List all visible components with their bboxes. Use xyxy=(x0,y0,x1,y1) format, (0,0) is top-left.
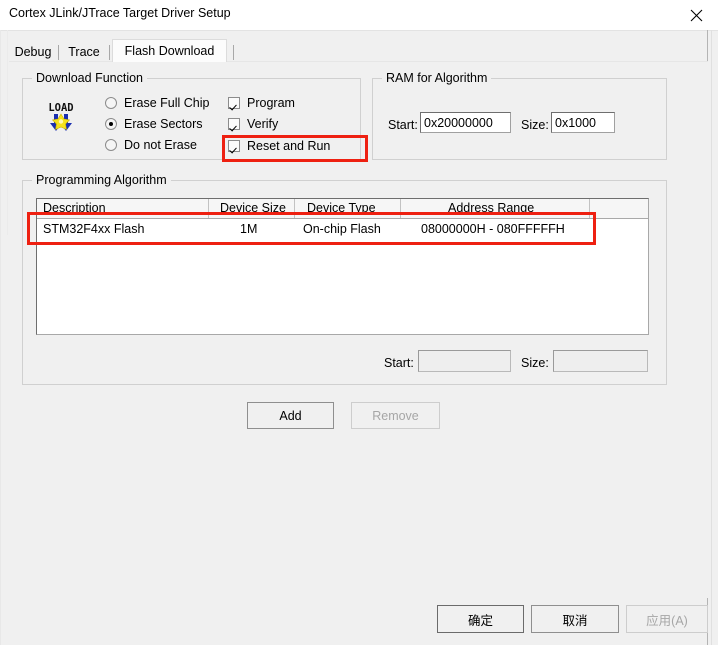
radio-indicator-selected xyxy=(105,118,117,130)
checkmark-icon xyxy=(228,118,240,130)
algorithm-start-input[interactable] xyxy=(418,350,511,372)
title-bar: Cortex JLink/JTrace Target Driver Setup xyxy=(0,0,718,30)
cell-description: STM32F4xx Flash xyxy=(43,222,145,236)
ram-for-algorithm-title: RAM for Algorithm xyxy=(382,71,492,85)
cell-address-range: 08000000H - 080FFFFFH xyxy=(421,222,565,236)
remove-button: Remove xyxy=(351,402,440,429)
column-divider[interactable] xyxy=(208,199,209,218)
ram-size-label: Size: xyxy=(521,118,549,132)
tab-divider xyxy=(58,45,59,60)
window-left-border-inner xyxy=(7,30,8,235)
table-row[interactable]: STM32F4xx Flash 1M On-chip Flash 0800000… xyxy=(37,219,648,241)
window-title: Cortex JLink/JTrace Target Driver Setup xyxy=(9,6,231,20)
close-button[interactable] xyxy=(674,0,718,30)
column-divider[interactable] xyxy=(589,199,590,218)
titlebar-divider xyxy=(0,30,718,31)
checkbox-label: Reset and Run xyxy=(247,139,331,153)
radio-do-not-erase[interactable]: Do not Erase xyxy=(105,138,197,152)
radio-erase-sectors[interactable]: Erase Sectors xyxy=(105,117,203,131)
tab-divider xyxy=(233,45,234,60)
column-header-address-range[interactable]: Address Range xyxy=(448,201,534,215)
tab-divider xyxy=(109,45,110,60)
radio-indicator xyxy=(105,139,117,151)
window-right-border-outer xyxy=(711,30,712,645)
checkbox-verify[interactable]: Verify xyxy=(228,117,278,131)
ok-button[interactable]: 确定 xyxy=(437,605,524,633)
add-button[interactable]: Add xyxy=(247,402,334,429)
programming-algorithm-title: Programming Algorithm xyxy=(32,173,171,187)
driver-setup-dialog: Cortex JLink/JTrace Target Driver Setup … xyxy=(0,0,718,645)
checkbox-label: Program xyxy=(247,96,295,110)
radio-label: Erase Full Chip xyxy=(124,96,210,110)
column-header-device-type[interactable]: Device Type xyxy=(307,201,376,215)
ram-start-input[interactable]: 0x20000000 xyxy=(420,112,511,133)
checkmark-icon xyxy=(228,97,240,109)
window-left-border xyxy=(0,30,1,645)
algorithm-start-label: Start: xyxy=(384,356,414,370)
checkbox-reset-and-run[interactable]: Reset and Run xyxy=(228,139,330,153)
ram-size-input[interactable]: 0x1000 xyxy=(551,112,615,133)
tab-debug[interactable]: Debug xyxy=(9,42,57,61)
column-divider[interactable] xyxy=(400,199,401,218)
ram-start-label: Start: xyxy=(388,118,418,132)
radio-label: Erase Sectors xyxy=(124,117,203,131)
cell-device-type: On-chip Flash xyxy=(303,222,381,236)
column-header-device-size[interactable]: Device Size xyxy=(220,201,286,215)
tab-flash-download[interactable]: Flash Download xyxy=(112,39,227,62)
checkmark-icon xyxy=(228,140,240,152)
checkbox-program[interactable]: Program xyxy=(228,96,295,110)
tab-strip: Debug Trace Flash Download xyxy=(9,39,699,62)
algorithm-size-label: Size: xyxy=(521,356,549,370)
load-icon: LOAD xyxy=(41,99,81,135)
column-divider[interactable] xyxy=(294,199,295,218)
radio-indicator xyxy=(105,97,117,109)
algorithm-table-header: Description Device Size Device Type Addr… xyxy=(37,199,648,219)
svg-text:LOAD: LOAD xyxy=(48,102,73,114)
tab-trace[interactable]: Trace xyxy=(62,42,106,61)
close-icon xyxy=(690,9,703,22)
apply-button: 应用(A) xyxy=(626,605,708,633)
algorithm-size-input[interactable] xyxy=(553,350,648,372)
radio-label: Do not Erase xyxy=(124,138,197,152)
column-header-description[interactable]: Description xyxy=(43,201,106,215)
cell-device-size: 1M xyxy=(240,222,258,236)
radio-erase-full-chip[interactable]: Erase Full Chip xyxy=(105,96,209,110)
download-function-title: Download Function xyxy=(32,71,148,85)
cancel-button[interactable]: 取消 xyxy=(531,605,619,633)
algorithm-list[interactable]: Description Device Size Device Type Addr… xyxy=(36,198,649,335)
checkbox-label: Verify xyxy=(247,117,279,131)
